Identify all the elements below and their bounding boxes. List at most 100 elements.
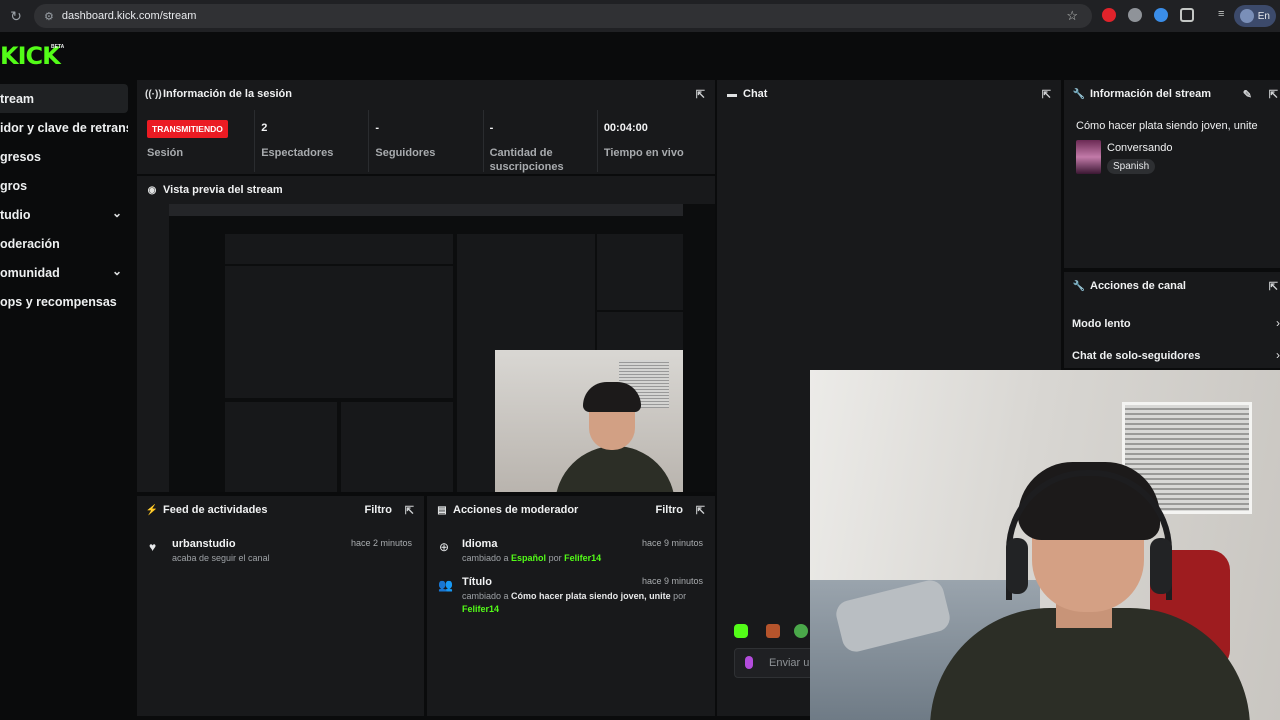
panel-header: 🔧 Información del stream ✎ ⇱ [1064,80,1280,108]
url-text: dashboard.kick.com/stream [61,10,197,22]
stat-label: Cantidad de suscripciones [489,147,564,173]
panel-header: ▬ Chat ⇱ [717,80,1061,108]
chevron-right-icon[interactable]: › [1276,316,1280,330]
stat-label: Tiempo en vivo [603,147,684,159]
extension-icon[interactable] [1102,8,1116,22]
sidebar-item-stream[interactable]: tream [0,84,128,113]
popout-icon[interactable]: ⇱ [696,88,705,101]
stream-info-panel: 🔧 Información del stream ✎ ⇱ Cómo hacer … [1064,80,1280,268]
chat-placeholder: Enviar ur [769,657,813,669]
preview-webcam [495,350,683,492]
stat-followers: - Seguidores [369,110,484,172]
chevron-down-icon[interactable]: ⌄ [112,264,122,278]
session-info-panel: ((·)) Información de la sesión ⇱ TRANSMI… [137,80,715,174]
live-badge: TRANSMITIENDO [147,120,228,138]
activity-time: hace 2 minutos [350,538,412,548]
mod-action-title: Título [462,576,492,588]
sidebar-item-income[interactable]: gresos [0,142,128,171]
webcam-overlay [810,370,1280,720]
wrench-icon: 🔧 [1072,88,1086,100]
followers-only-action[interactable]: Chat de solo-seguidores [1072,350,1200,362]
panel-header: ((·)) Información de la sesión ⇱ [137,80,715,108]
signal-icon: ((·)) [145,88,162,100]
popout-icon[interactable]: ⇱ [1042,88,1051,101]
activity-feed-panel: ⚡ Feed de actividades Filtro ⇱ ♥ urbanst… [137,496,424,716]
category-thumbnail[interactable] [1076,140,1101,174]
stat-label: Seguidores [375,147,436,159]
panel-title: Feed de actividades [163,504,268,516]
panel-header: ◉ Vista previa del stream [137,176,715,204]
popout-icon[interactable]: ⇱ [1269,280,1278,293]
sidebar-item-studio[interactable]: tudio ⌄ [0,200,128,229]
sidebar-item-moderation[interactable]: oderación [0,229,128,258]
address-bar[interactable]: ⚙ dashboard.kick.com/stream ☆ [34,4,1092,28]
profile-chip[interactable]: En [1233,5,1276,27]
beta-label: BETA [51,44,65,50]
site-settings-icon[interactable]: ⚙ [44,10,54,23]
headset-ear [1150,538,1172,594]
avatar [1239,9,1254,23]
stat-live-time: 00:04:00 Tiempo en vivo [598,110,711,172]
mod-action-time: hace 9 minutos [641,576,703,586]
popout-icon[interactable]: ⇱ [696,504,705,517]
extension-icon[interactable] [1154,8,1168,22]
chat-input[interactable]: Enviar ur [734,648,814,678]
stat-subscriptions: - Cantidad de suscripciones [484,110,598,173]
panel-title: Información de la sesión [163,88,292,100]
list-icon: ▤ [437,504,447,516]
panel-title: Acciones de moderador [453,504,579,516]
moderator-actions-panel: ▤ Acciones de moderador Filtro ⇱ ⊕ Idiom… [427,496,715,716]
stat-value: 2 [261,122,268,134]
sidebar-item-drops-rewards[interactable]: ops y recompensas [0,287,128,316]
wrench-icon: 🔧 [1072,280,1086,292]
extension-icon[interactable] [1128,8,1142,22]
user-edit-icon: 👥 [438,578,453,592]
mod-action-desc: cambiado a Cómo hacer plata siendo joven… [462,591,687,614]
panel-title: Información del stream [1090,88,1212,100]
panel-title: Vista previa del stream [163,184,283,196]
chat-quick-icons [734,624,808,638]
headset-ear [1006,538,1028,594]
sidebar-item-achievements[interactable]: gros [0,171,128,200]
stat-label: Sesión [147,147,184,159]
bookmark-star-icon[interactable]: ☆ [1066,8,1078,24]
badge-icon[interactable] [766,624,780,638]
chevron-down-icon[interactable]: ⌄ [112,206,122,220]
emote-icon[interactable] [734,624,748,638]
filter-button[interactable]: Filtro [656,504,684,516]
chat-bubble-icon: ▬ [727,88,737,100]
activity-user[interactable]: urbanstudio [172,538,236,550]
media-control-icon[interactable]: ≡ [1218,8,1232,22]
preview-browser-bar [169,204,683,216]
stat-viewers: 2 Espectadores [255,110,370,172]
popout-icon[interactable]: ⇱ [1269,88,1278,101]
mod-action-time: hace 9 minutos [641,538,703,548]
bolt-icon: ⚡ [145,504,159,516]
reload-icon[interactable]: ↻ [0,0,32,32]
heart-icon: ♥ [149,540,157,554]
microphone-icon[interactable] [745,656,753,669]
edit-icon[interactable]: ✎ [1243,88,1252,101]
mod-action-title: Idioma [462,538,498,550]
channel-actions-panel: 🔧 Acciones de canal ⇱ Modo lento › Chat … [1064,272,1280,368]
stream-category[interactable]: Conversando [1107,142,1172,154]
chevron-right-icon[interactable]: › [1276,348,1280,362]
profile-label: En [1257,10,1270,22]
sidebar-item-community[interactable]: omunidad ⌄ [0,258,128,287]
popout-icon[interactable]: ⇱ [405,504,414,517]
extensions-puzzle-icon[interactable] [1180,8,1194,22]
sidebar-item-stream-key[interactable]: idor y clave de retransm [0,113,128,142]
panel-title: Acciones de canal [1090,280,1186,292]
stream-preview-video[interactable] [169,204,715,492]
eye-icon: ◉ [147,184,157,196]
panel-header: 🔧 Acciones de canal ⇱ [1064,272,1280,300]
mod-action-desc: cambiado a Español por Felifer14 [462,553,602,563]
settings-icon[interactable] [794,624,808,638]
panel-header: ▤ Acciones de moderador Filtro ⇱ [427,496,715,524]
slow-mode-action[interactable]: Modo lento [1072,318,1131,330]
stream-title: Cómo hacer plata siendo joven, unite [1076,120,1258,132]
filter-button[interactable]: Filtro [365,504,393,516]
browser-toolbar: ↻ ⚙ dashboard.kick.com/stream ☆ ≡ En [0,0,1280,32]
stat-label: Espectadores [261,147,334,159]
session-stats: TRANSMITIENDO Sesión 2 Espectadores - Se… [141,110,711,173]
